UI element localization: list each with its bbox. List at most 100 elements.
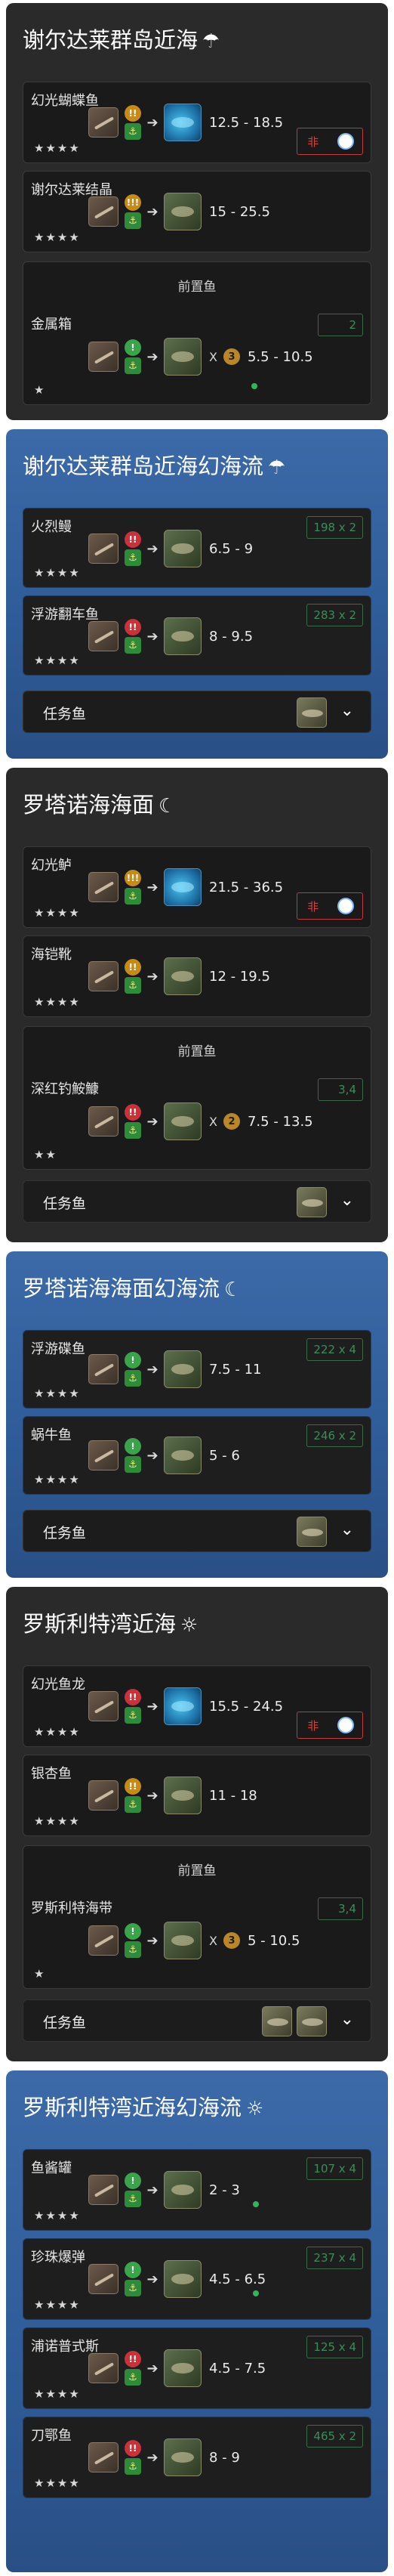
tug-icon: !! <box>125 105 141 122</box>
zone-section-4: 罗塔诺海海面幻海流 ☾ 浮游碟鱼 ! ⚓ ➔ 7.5 - 11 222 x 4 ★★… <box>6 1251 388 1578</box>
count-coin: 2 <box>223 1113 240 1130</box>
fish-name: 浮游碟鱼 <box>31 1341 85 1357</box>
bite-time-range: 4.5 - 6.5 <box>209 2271 266 2287</box>
tug-icon: ! <box>125 2262 141 2278</box>
fish-card-prereq[interactable]: 前置鱼 金属箱 ! ⚓ ➔ X 3 5.5 - 10.5 2 ★ <box>23 261 371 405</box>
fish-card[interactable]: 浦诺普式斯 !! ⚓ ➔ 4.5 - 7.5 125 x 4 ★★★★ <box>23 2327 371 2409</box>
fish-card-prereq[interactable]: 前置鱼 深红钓鮟鱇 !! ⚓ ➔ X 2 7.5 - 13.5 3,4 ★★ <box>23 1026 371 1170</box>
hook-icon: ⚓ <box>125 357 141 374</box>
fish-card[interactable]: 幻光鱼龙 !! ⚓ ➔ 15.5 - 24.5 非 ★★★★ <box>23 1665 371 1747</box>
bait-icon <box>88 1354 119 1384</box>
multiplier: X <box>209 349 217 364</box>
difficulty-stars: ★★★★ <box>34 141 81 155</box>
zone-title: 罗斯利特湾近海幻海流 ☼ <box>23 2095 264 2120</box>
difficulty-stars: ★ <box>34 383 46 397</box>
hook-icon: ⚓ <box>125 637 141 654</box>
bait-icon <box>88 1440 119 1470</box>
fish-name: 银杏鱼 <box>31 1766 72 1782</box>
fish-card[interactable]: 刀鄂鱼 !! ⚓ ➔ 8 - 9 465 x 2 ★★★★ <box>23 2417 371 2498</box>
task-fish-bar[interactable]: 任务鱼 ⌄ <box>23 691 371 733</box>
count-pill: 283 x 2 <box>306 604 363 626</box>
task-fish-label: 任务鱼 <box>43 1195 87 1212</box>
difficulty-stars: ★★★★ <box>34 1814 81 1828</box>
fish-name: 海铠靴 <box>31 947 72 963</box>
bite-time-range: 5 - 6 <box>209 1447 240 1464</box>
arrow-icon: ➔ <box>146 1698 159 1715</box>
fish-card[interactable]: 谢尔达莱结晶 !!! ⚓ ➔ 15 - 25.5 ★★★★ <box>23 171 371 252</box>
arrow-icon: ➔ <box>146 879 159 895</box>
count-pill: 3,4 <box>318 1078 363 1101</box>
rain-icon: ☂ <box>202 30 220 53</box>
fish-card[interactable]: 幻光蝴蝶鱼 !! ⚓ ➔ 12.5 - 18.5 非 ★★★★ <box>23 82 371 163</box>
task-fish-label: 任务鱼 <box>43 1525 87 1542</box>
count-pill: 125 x 4 <box>306 2336 363 2358</box>
fish-name: 金属箱 <box>31 317 72 332</box>
bait-icon <box>88 1925 119 1956</box>
zone-section-3: 罗塔诺海海面 ☾ 幻光鲈 !!! ⚓ ➔ 21.5 - 36.5 非 ★★★★ 海铠… <box>6 768 388 1242</box>
fish-icon <box>164 1102 202 1140</box>
fish-card[interactable]: 幻光鲈 !!! ⚓ ➔ 21.5 - 36.5 非 ★★★★ <box>23 846 371 928</box>
fish-card[interactable]: 浮游碟鱼 ! ⚓ ➔ 7.5 - 11 222 x 4 ★★★★ <box>23 1330 371 1409</box>
moon-icon <box>338 1718 352 1732</box>
fish-card-prereq[interactable]: 前置鱼 罗斯利特海带 ! ⚓ ➔ X 3 5 - 10.5 3,4 ★ <box>23 1845 371 1989</box>
hook-icon: ⚓ <box>125 1707 141 1724</box>
fish-card[interactable]: 浮游翻车鱼 !! ⚓ ➔ 8 - 9.5 283 x 2 ★★★★ <box>23 595 371 676</box>
bait-icon <box>88 342 119 372</box>
tug-icon: ! <box>125 1438 141 1455</box>
zone-section-6: 罗斯利特湾近海幻海流 ☼ 鱼酱罐 ! ⚓ ➔ 2 - 3 107 x 4 ★★★★ … <box>6 2070 388 2572</box>
weather-condition: 非 <box>297 892 363 920</box>
hook-icon: ⚓ <box>125 2458 141 2475</box>
prereq-label: 前置鱼 <box>177 1863 217 1879</box>
fish-card[interactable]: 蜗牛鱼 ! ⚓ ➔ 5 - 6 246 x 2 ★★★★ <box>23 1416 371 1495</box>
task-fish-bar[interactable]: 任务鱼 ⌄ <box>23 1999 371 2042</box>
fish-icon <box>164 530 202 567</box>
chevron-down-icon[interactable]: ⌄ <box>340 701 354 720</box>
task-fish-bar[interactable]: 任务鱼 ⌄ <box>23 1510 371 1552</box>
hook-icon: ⚓ <box>125 549 141 566</box>
tug-icon: !! <box>125 619 141 635</box>
bait-icon <box>88 2353 119 2383</box>
tug-icon: !! <box>125 1689 141 1705</box>
rain-icon: ☂ <box>268 456 286 479</box>
fish-icon <box>164 338 202 376</box>
task-fish-bar[interactable]: 任务鱼 ⌄ <box>23 1180 371 1223</box>
bite-time-range: 11 - 18 <box>209 1787 257 1804</box>
bait-icon <box>88 621 119 651</box>
fish-card[interactable]: 鱼酱罐 ! ⚓ ➔ 2 - 3 107 x 4 ★★★★ <box>23 2149 371 2231</box>
chevron-down-icon[interactable]: ⌄ <box>340 1520 354 1539</box>
weather-condition: 非 <box>297 128 363 155</box>
chevron-down-icon[interactable]: ⌄ <box>340 1191 354 1210</box>
bite-time-range: 8 - 9 <box>209 2449 240 2466</box>
task-fish-icon <box>262 2006 292 2036</box>
bait-icon <box>88 1691 119 1721</box>
multiplier: X <box>209 1933 217 1948</box>
fish-card[interactable]: 珍珠爆弹 ! ⚓ ➔ 4.5 - 6.5 237 x 4 ★★★★ <box>23 2238 371 2320</box>
count-coin: 3 <box>223 348 240 365</box>
fish-icon <box>164 193 202 230</box>
bait-icon <box>88 961 119 991</box>
bait-icon <box>88 2175 119 2205</box>
tug-icon: ! <box>125 339 141 356</box>
fish-icon <box>164 2438 202 2476</box>
count-pill: 107 x 4 <box>306 2157 363 2180</box>
zone-section-1: 谢尔达莱群岛近海 ☂ 幻光蝴蝶鱼 !! ⚓ ➔ 12.5 - 18.5 非 ★★★★… <box>6 3 388 420</box>
difficulty-stars: ★★★★ <box>34 566 81 580</box>
fish-icon <box>164 957 202 995</box>
tug-icon: ! <box>125 1923 141 1940</box>
fish-icon <box>164 1777 202 1814</box>
fish-icon <box>164 2260 202 2298</box>
tug-icon: ! <box>125 2172 141 2189</box>
hook-icon: ⚓ <box>125 2280 141 2296</box>
fish-card[interactable]: 海铠靴 !! ⚓ ➔ 12 - 19.5 ★★★★ <box>23 935 371 1017</box>
fish-icon <box>164 1922 202 1959</box>
task-fish-icon <box>297 1517 327 1547</box>
hook-icon: ⚓ <box>125 123 141 140</box>
tug-icon: !!! <box>125 194 141 211</box>
fish-name: 蜗牛鱼 <box>31 1427 72 1443</box>
fish-card[interactable]: 火烈鳗 !! ⚓ ➔ 6.5 - 9 198 x 2 ★★★★ <box>23 508 371 588</box>
chevron-down-icon[interactable]: ⌄ <box>340 2010 354 2029</box>
bite-time-range: 15 - 25.5 <box>209 203 270 220</box>
difficulty-stars: ★★★★ <box>34 995 81 1009</box>
fish-card[interactable]: 银杏鱼 !! ⚓ ➔ 11 - 18 ★★★★ <box>23 1755 371 1836</box>
tug-icon: ! <box>125 1352 141 1368</box>
